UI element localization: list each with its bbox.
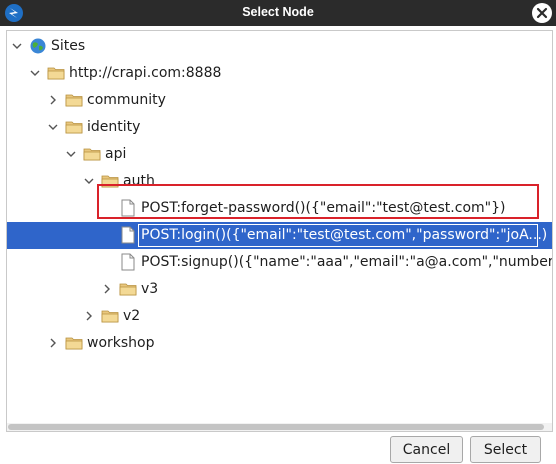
chevron-down-icon[interactable] — [48, 122, 58, 132]
folder-icon — [83, 148, 101, 161]
folder-icon — [65, 94, 83, 107]
chevron-right-icon[interactable] — [84, 311, 94, 321]
tree-node-community[interactable]: community — [7, 87, 552, 114]
tree-node-signup[interactable]: POST:signup()({"name":"aaa","email":"a@a… — [7, 249, 552, 276]
tree-node-label: workshop — [87, 335, 155, 351]
globe-icon — [30, 38, 46, 54]
window-title: Select Node — [242, 5, 314, 19]
tree-node-host[interactable]: http://crapi.com:8888 — [7, 60, 552, 87]
title-bar: Select Node — [0, 0, 556, 26]
folder-icon — [65, 121, 83, 134]
folder-icon — [65, 337, 83, 350]
tree-node-forget-password[interactable]: POST:forget-password()({"email":"test@te… — [7, 195, 552, 222]
tree-node-api[interactable]: api — [7, 141, 552, 168]
tree-node-sites[interactable]: Sites — [7, 33, 552, 60]
tree-node-label: v2 — [123, 308, 141, 324]
tree-node-workshop[interactable]: workshop — [7, 330, 552, 357]
node-tree[interactable]: Sites http://crapi.com:8888 community id… — [6, 30, 553, 432]
tree-node-label: Sites — [51, 38, 86, 54]
folder-icon — [47, 67, 65, 80]
tree-node-label: POST:forget-password()({"email":"test@te… — [141, 200, 506, 216]
chevron-down-icon[interactable] — [66, 149, 76, 159]
chevron-right-icon[interactable] — [48, 338, 58, 348]
tree-node-label: community — [87, 92, 166, 108]
tree-node-label: POST:signup()({"name":"aaa","email":"a@a… — [141, 254, 553, 270]
tree-node-label: auth — [123, 173, 155, 189]
tree-node-label: identity — [87, 119, 141, 135]
tree-node-v2[interactable]: v2 — [7, 303, 552, 330]
tree-node-v3[interactable]: v3 — [7, 276, 552, 303]
horizontal-scrollbar[interactable] — [7, 423, 552, 431]
chevron-down-icon[interactable] — [12, 41, 22, 51]
folder-icon — [119, 283, 137, 296]
file-icon — [121, 253, 135, 271]
chevron-right-icon[interactable] — [102, 284, 112, 294]
cancel-button[interactable]: Cancel — [390, 436, 463, 463]
close-button[interactable] — [532, 3, 552, 23]
tree-node-label: api — [105, 146, 127, 162]
file-icon — [121, 199, 135, 217]
tree-node-auth[interactable]: auth — [7, 168, 552, 195]
chevron-down-icon[interactable] — [84, 176, 94, 186]
tree-node-label: http://crapi.com:8888 — [69, 65, 222, 81]
tree-node-identity[interactable]: identity — [7, 114, 552, 141]
folder-icon — [101, 310, 119, 323]
chevron-right-icon[interactable] — [48, 95, 58, 105]
chevron-down-icon[interactable] — [30, 68, 40, 78]
folder-icon — [101, 175, 119, 188]
close-icon — [536, 7, 548, 19]
select-button[interactable]: Select — [470, 436, 541, 463]
scrollbar-thumb[interactable] — [8, 424, 544, 430]
tree-node-label: v3 — [141, 281, 159, 297]
tree-node-login[interactable]: POST:login()({"email":"test@test.com","p… — [7, 222, 552, 249]
file-icon — [121, 226, 135, 244]
tree-node-label: POST:login()({"email":"test@test.com","p… — [141, 227, 548, 243]
